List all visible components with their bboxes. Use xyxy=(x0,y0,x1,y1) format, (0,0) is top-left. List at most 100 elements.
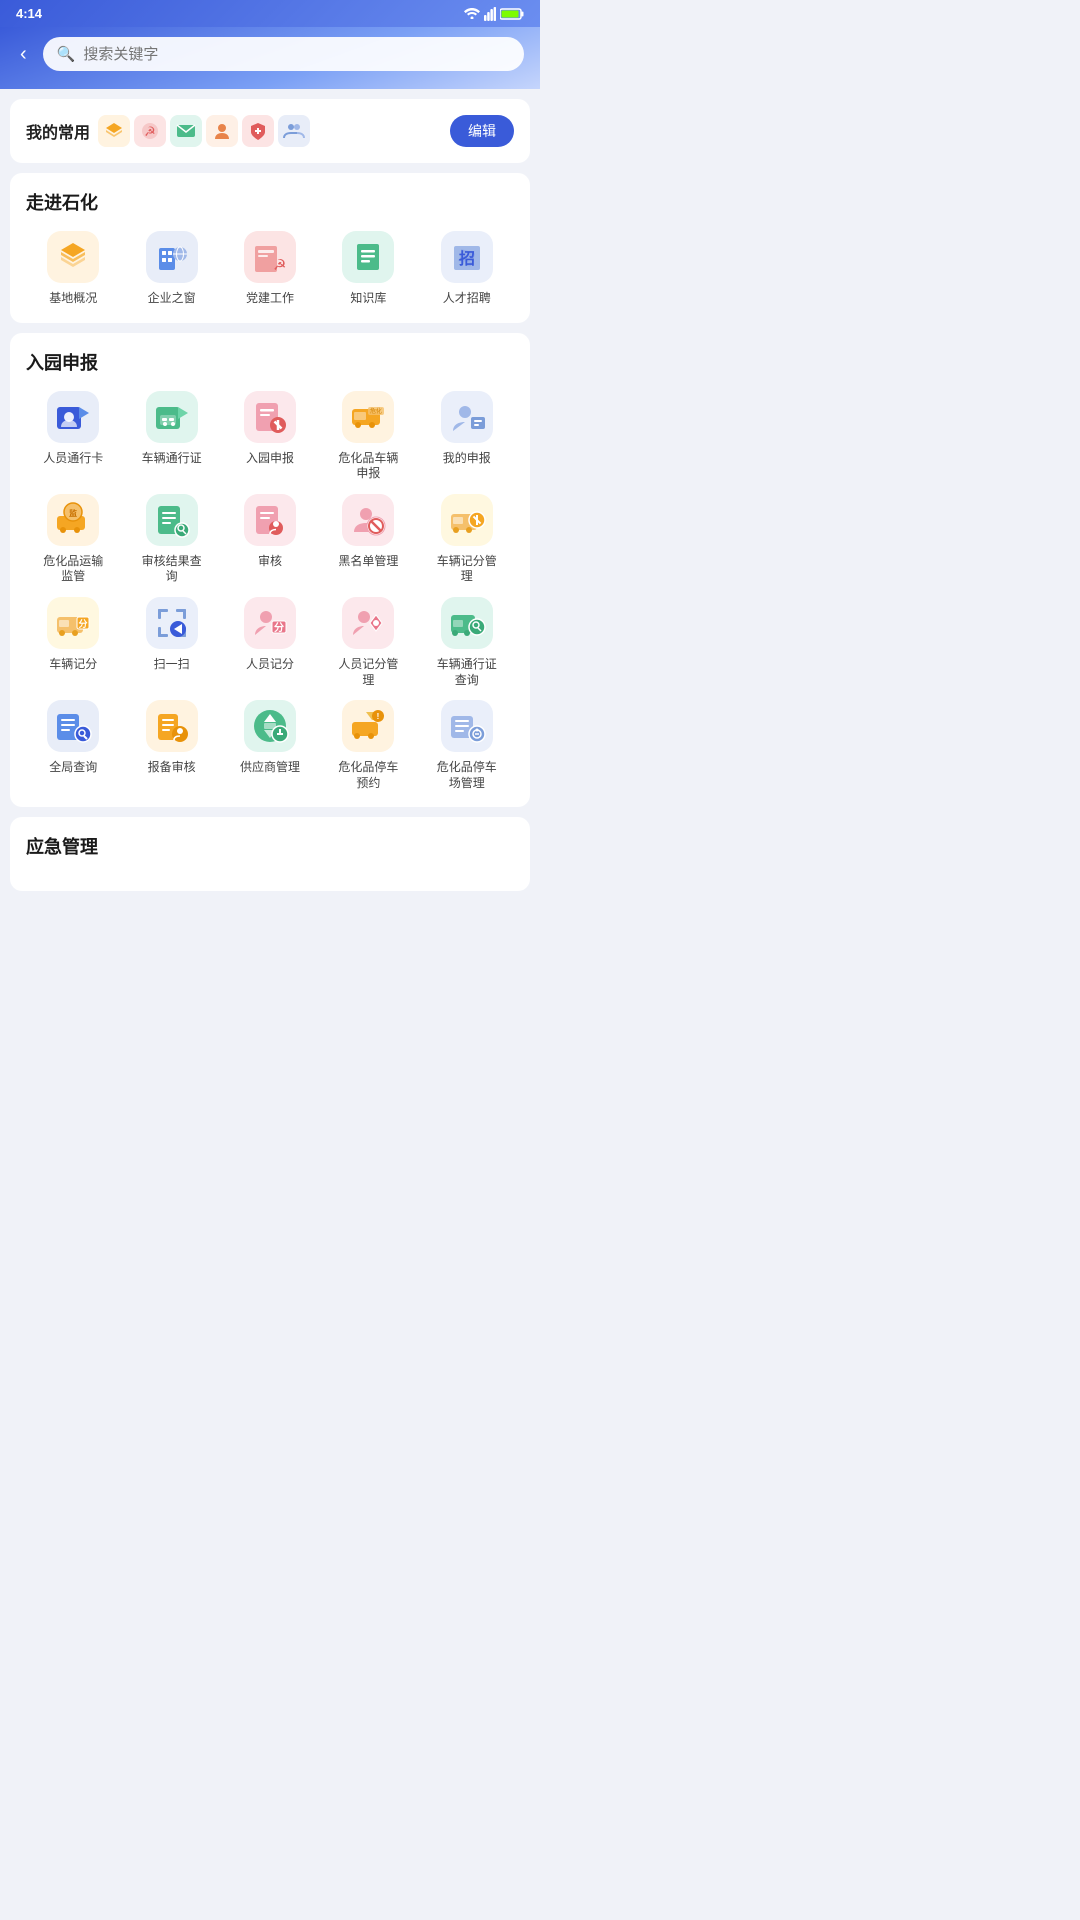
ruyuan-grid: 人员通行卡 车辆通行证 xyxy=(26,391,514,792)
audit-icon xyxy=(250,500,290,540)
item-haz-parking-book[interactable]: ! 危化品停车预约 xyxy=(321,700,415,791)
item-audit-query[interactable]: 审核结果查询 xyxy=(124,494,218,585)
search-input[interactable] xyxy=(83,46,510,63)
item-car-score-label: 车辆记分 xyxy=(49,657,97,673)
item-zhishi-label: 知识库 xyxy=(350,291,386,307)
edit-button[interactable]: 编辑 xyxy=(450,115,514,147)
svg-text:分: 分 xyxy=(274,621,284,634)
global-query-icon xyxy=(53,706,93,746)
item-haz-transport[interactable]: 监 危化品运输监管 xyxy=(26,494,120,585)
item-my-apply[interactable]: 我的申报 xyxy=(420,391,514,482)
person-score-icon: 分 xyxy=(250,603,290,643)
search-bar[interactable]: 🔍 xyxy=(43,37,524,71)
party-icon: ☭ xyxy=(251,238,289,276)
item-haz-parking-manage-label: 危化品停车场管理 xyxy=(437,760,497,791)
search-icon: 🔍 xyxy=(57,45,76,63)
haz-transport-icon: 监 xyxy=(53,500,93,540)
header: ‹ 🔍 xyxy=(0,27,540,89)
recruit-icon: 招 聘 xyxy=(448,238,486,276)
my-used-icons: ☭ xyxy=(98,115,310,147)
yingji-card: 应急管理 xyxy=(10,817,530,891)
mini-person-icon xyxy=(206,115,238,147)
zoujin-card: 走进石化 基地概况 xyxy=(10,173,530,323)
ruyuan-title: 入园申报 xyxy=(26,349,514,375)
svg-text:☭: ☭ xyxy=(273,257,286,274)
building-globe-icon xyxy=(153,238,191,276)
item-global-query-label: 全局查询 xyxy=(49,760,97,776)
item-car-pass-query-label: 车辆通行证查询 xyxy=(437,657,497,688)
battery-icon xyxy=(500,8,524,20)
ruyuan-card: 入园申报 人员通行卡 xyxy=(10,333,530,808)
scan-icon xyxy=(152,603,192,643)
status-bar: 4:14 xyxy=(0,0,540,27)
item-car-score-manage[interactable]: 车辆记分管理 xyxy=(420,494,514,585)
wifi-icon xyxy=(464,8,480,19)
my-used-title: 我的常用 xyxy=(26,119,90,143)
item-zhishi[interactable]: 知识库 xyxy=(321,231,415,307)
report-audit-icon xyxy=(152,706,192,746)
item-haz-transport-label: 危化品运输监管 xyxy=(43,554,103,585)
item-haz-car[interactable]: 危化 危化品车辆申报 xyxy=(321,391,415,482)
blacklist-icon xyxy=(348,500,388,540)
main-content: 我的常用 ☭ xyxy=(0,99,540,921)
item-person-score-manage[interactable]: 人员记分管理 xyxy=(321,597,415,688)
item-person-score-manage-label: 人员记分管理 xyxy=(338,657,398,688)
person-score-manage-icon xyxy=(348,603,388,643)
back-button[interactable]: ‹ xyxy=(16,39,31,70)
item-dangjian[interactable]: ☭ 党建工作 xyxy=(223,231,317,307)
item-car-score[interactable]: 分 车辆记分 xyxy=(26,597,120,688)
apply-icon xyxy=(250,397,290,437)
yingji-title: 应急管理 xyxy=(26,833,514,859)
haz-parking-manage-icon xyxy=(447,706,487,746)
item-person-card-label: 人员通行卡 xyxy=(43,451,103,467)
item-blacklist[interactable]: 黑名单管理 xyxy=(321,494,415,585)
my-used-card: 我的常用 ☭ xyxy=(10,99,530,163)
svg-text:分: 分 xyxy=(79,618,88,629)
zoujin-title: 走进石化 xyxy=(26,189,514,215)
item-global-query[interactable]: 全局查询 xyxy=(26,700,120,791)
item-dangjian-label: 党建工作 xyxy=(246,291,294,307)
item-haz-car-label: 危化品车辆申报 xyxy=(338,451,398,482)
layers-icon xyxy=(54,238,92,276)
mini-people-icon xyxy=(278,115,310,147)
mini-layers-icon xyxy=(98,115,130,147)
item-car-pass[interactable]: 车辆通行证 xyxy=(124,391,218,482)
item-jidì[interactable]: 基地概况 xyxy=(26,231,120,307)
svg-text:危化: 危化 xyxy=(370,407,382,415)
item-scan[interactable]: 扫一扫 xyxy=(124,597,218,688)
item-haz-parking-manage[interactable]: 危化品停车场管理 xyxy=(420,700,514,791)
signal-icon xyxy=(484,7,496,21)
item-report-audit[interactable]: 报备审核 xyxy=(124,700,218,791)
item-person-card[interactable]: 人员通行卡 xyxy=(26,391,120,482)
my-used-left: 我的常用 ☭ xyxy=(26,115,310,147)
item-audit-label: 审核 xyxy=(258,554,282,570)
item-my-apply-label: 我的申报 xyxy=(443,451,491,467)
haz-car-icon: 危化 xyxy=(348,397,388,437)
item-haz-parking-book-label: 危化品停车预约 xyxy=(338,760,398,791)
knowledge-icon xyxy=(349,238,387,276)
item-jidi-label: 基地概况 xyxy=(49,291,97,307)
item-audit-query-label: 审核结果查询 xyxy=(142,554,202,585)
item-qiye-label: 企业之窗 xyxy=(148,291,196,307)
item-person-score[interactable]: 分 人员记分 xyxy=(223,597,317,688)
item-qiye[interactable]: 企业之窗 xyxy=(124,231,218,307)
item-scan-label: 扫一扫 xyxy=(154,657,190,673)
item-car-pass-query[interactable]: 车辆通行证查询 xyxy=(420,597,514,688)
status-icons xyxy=(464,7,524,21)
svg-text:☭: ☭ xyxy=(144,124,156,139)
car-pass-query-icon xyxy=(447,603,487,643)
mini-party-icon: ☭ xyxy=(134,115,166,147)
item-car-score-manage-label: 车辆记分管理 xyxy=(437,554,497,585)
mini-shield-icon xyxy=(242,115,274,147)
item-person-score-label: 人员记分 xyxy=(246,657,294,673)
person-card-icon xyxy=(53,397,93,437)
my-used-section: 我的常用 ☭ xyxy=(26,115,514,147)
item-apply[interactable]: 入园申报 xyxy=(223,391,317,482)
item-audit[interactable]: 审核 xyxy=(223,494,317,585)
item-zhaopin[interactable]: 招 聘 人才招聘 xyxy=(420,231,514,307)
car-score-manage-icon xyxy=(447,500,487,540)
item-blacklist-label: 黑名单管理 xyxy=(338,554,398,570)
car-pass-icon xyxy=(152,397,192,437)
item-car-pass-label: 车辆通行证 xyxy=(142,451,202,467)
item-supplier[interactable]: 供应商管理 xyxy=(223,700,317,791)
